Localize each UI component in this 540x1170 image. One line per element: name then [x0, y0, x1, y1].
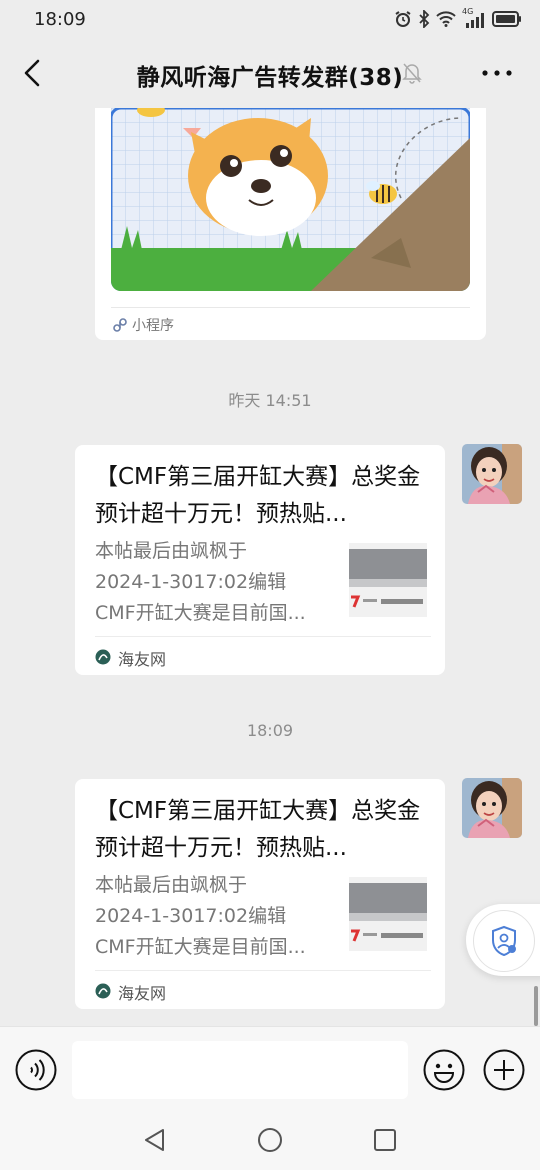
nav-back-button[interactable]	[141, 1126, 169, 1154]
wifi-icon	[436, 11, 456, 27]
mini-program-divider	[111, 307, 470, 308]
article-title: 【CMF第三届开缸大赛】总奖金预计超十万元！预热贴...	[95, 464, 421, 527]
article-title: 【CMF第三届开缸大赛】总奖金预计超十万元！预热贴...	[95, 798, 421, 861]
status-bar: 18:09 4G	[0, 0, 540, 38]
mute-bell-icon	[402, 62, 422, 84]
circle-home-icon	[258, 1128, 282, 1152]
more-options-button[interactable]	[480, 63, 514, 83]
article-description-line: 本帖最后由飒枫于	[95, 540, 248, 562]
mini-program-icon	[113, 317, 127, 332]
status-time: 18:09	[34, 9, 86, 30]
article-description-line: CMF开缸大赛是目前国...	[95, 602, 306, 624]
emoji-icon	[423, 1049, 465, 1091]
input-bar	[0, 1026, 540, 1109]
nav-home-button[interactable]	[256, 1126, 284, 1154]
triangle-back-icon	[145, 1129, 164, 1151]
article-divider	[95, 636, 431, 637]
plus-icon	[483, 1049, 525, 1091]
source-logo-icon	[95, 983, 111, 999]
article-divider	[95, 970, 431, 971]
status-icons: 4G	[394, 7, 522, 29]
article-source: 海友网	[118, 984, 167, 1003]
floating-security-button[interactable]	[466, 904, 540, 976]
article-description: 本帖最后由飒枫于 2024-1-3017:02编辑 CMF开缸大赛是目前国...	[95, 536, 335, 629]
bluetooth-icon	[419, 10, 430, 28]
signal-icon	[466, 13, 484, 28]
shared-article-message[interactable]: 【CMF第三届开缸大赛】总奖金预计超十万元！预热贴... 本帖最后由飒枫于 20…	[75, 779, 445, 1009]
mini-program-thumbnail	[111, 108, 470, 291]
battery-icon	[492, 11, 521, 27]
article-description-line: CMF开缸大赛是目前国...	[95, 936, 306, 958]
source-logo-icon	[95, 649, 111, 665]
timestamp: 昨天 14:51	[228, 391, 312, 410]
article-thumbnail	[349, 543, 427, 617]
timestamp: 18:09	[246, 721, 294, 740]
article-thumbnail	[349, 877, 427, 951]
voice-icon	[15, 1049, 57, 1091]
mini-program-card[interactable]: 小程序	[95, 108, 486, 340]
chat-title: 静风听海广告转发群(38)	[136, 65, 404, 91]
chat-header: 静风听海广告转发群(38)	[0, 38, 540, 108]
nav-recent-button[interactable]	[371, 1126, 399, 1154]
square-recent-icon	[374, 1129, 396, 1151]
avatar[interactable]	[462, 444, 522, 504]
emoji-button[interactable]	[423, 1049, 465, 1091]
mini-program-label: 小程序	[132, 318, 174, 334]
article-description-line: 本帖最后由飒枫于	[95, 874, 248, 896]
voice-input-button[interactable]	[15, 1049, 57, 1091]
article-description-line: 2024-1-3017:02编辑	[95, 571, 287, 593]
shared-article-message[interactable]: 【CMF第三届开缸大赛】总奖金预计超十万元！预热贴... 本帖最后由飒枫于 20…	[75, 445, 445, 675]
scrollbar[interactable]	[534, 986, 538, 1026]
article-description-line: 2024-1-3017:02编辑	[95, 905, 287, 927]
article-source: 海友网	[118, 650, 167, 669]
system-nav-bar	[0, 1108, 540, 1170]
alarm-icon	[395, 11, 411, 27]
network-type-icon: 4G	[462, 7, 486, 28]
more-features-button[interactable]	[483, 1049, 525, 1091]
message-input[interactable]	[72, 1041, 408, 1099]
avatar[interactable]	[462, 778, 522, 838]
more-dots-icon	[482, 70, 512, 76]
article-description: 本帖最后由飒枫于 2024-1-3017:02编辑 CMF开缸大赛是目前国...	[95, 870, 335, 963]
shield-user-icon	[473, 910, 535, 972]
